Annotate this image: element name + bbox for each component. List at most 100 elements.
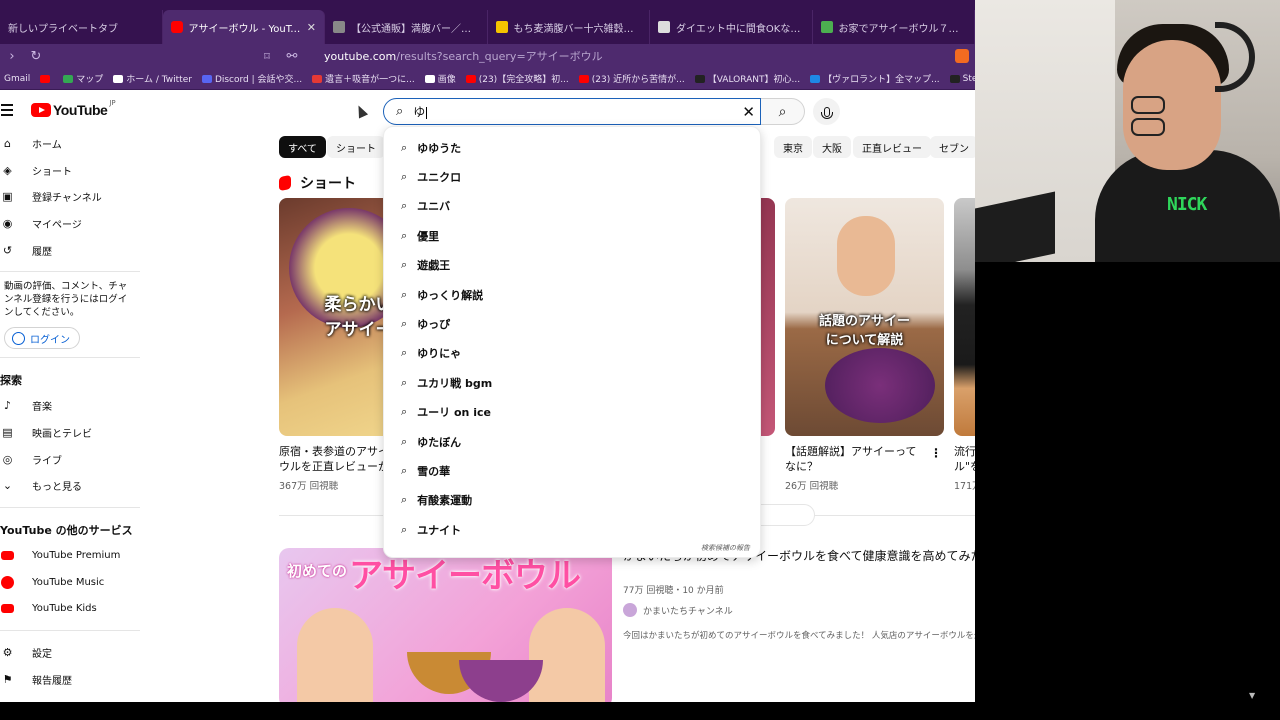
browser-tab[interactable]: アサイーボウル - YouTube ✕ <box>162 10 325 44</box>
bookmark-favicon-icon <box>465 74 476 83</box>
browser-tab[interactable]: お家でアサイーボウル７パック | フルッタ <box>813 10 975 44</box>
suggestion-item[interactable]: ⌕ 優里 <box>384 221 760 250</box>
shorts-shelf-title: ショート <box>279 173 356 193</box>
bookmark-item[interactable]: 遺言＋吸音が一つに... <box>312 72 415 85</box>
clear-search-icon[interactable]: ✕ <box>742 103 755 121</box>
sidebar-item[interactable]: ⚑ 報告履歴 <box>0 666 140 693</box>
glasses-icon <box>1131 96 1215 136</box>
sidebar-item[interactable]: ⌂ ホーム <box>0 130 140 157</box>
bookmark-item[interactable]: 画像 <box>424 72 456 85</box>
filter-chip[interactable]: すべて <box>279 136 326 158</box>
bookmark-item[interactable]: Discord | 会話や交... <box>201 72 302 85</box>
sidebar-item[interactable]: YouTube Premium <box>0 542 140 569</box>
short-thumbnail[interactable]: 話題のアサイー について解説 <box>785 198 944 436</box>
bookmark-label: (23) 近所から苦情が... <box>591 75 685 85</box>
bookmark-item[interactable]: 【VALORANT】初心... <box>694 72 801 85</box>
filter-chip[interactable]: 大阪 <box>813 136 851 158</box>
address-bar[interactable]: youtube.com/results?search_query=アサイーボウル <box>324 48 603 64</box>
browser-tab[interactable]: もち麦満腹バー十六雑穀プラス | マツキヨ <box>488 10 650 44</box>
suggestion-item[interactable]: ⌕ ユニクロ <box>384 162 760 191</box>
divider <box>0 630 140 632</box>
tab-label: ダイエット中に間食OKな「コンビニおやつ」 <box>676 23 804 35</box>
menu-icon[interactable] <box>1 104 13 119</box>
search-input[interactable]: ⌕ ゆ ✕ <box>383 98 761 125</box>
suggestion-item[interactable]: ⌕ 遊戯王 <box>384 251 760 280</box>
bookmark-item[interactable]: 【ヴァロラント】全マップ... <box>810 72 940 85</box>
masthead: YouTube JP ⌕ ゆ ✕ ⌕ <box>0 90 975 130</box>
sidebar-item[interactable]: YouTube Kids <box>0 596 140 623</box>
youtube-kids-icon <box>1 602 14 615</box>
sidebar-item[interactable]: ⚙ 設定 <box>0 639 140 666</box>
brave-shield-icon[interactable] <box>955 49 969 63</box>
video-meta: 77万 回視聴・10 か月前 <box>623 586 724 596</box>
more-actions-icon[interactable]: ⋮ <box>930 446 942 460</box>
bookmark-label: 【ヴァロラント】全マップ... <box>823 75 940 85</box>
report-suggestions-link[interactable]: 検索候補の報告 <box>701 543 750 553</box>
suggestion-item[interactable]: ⌕ ユカリ戦 bgm <box>384 368 760 397</box>
filter-chip[interactable]: セブン <box>930 136 975 158</box>
search-button[interactable]: ⌕ <box>761 98 805 125</box>
suggestion-item[interactable]: ⌕ ユーリ on ice <box>384 398 760 427</box>
sidebar-item[interactable]: YouTube Music <box>0 569 140 596</box>
bookmark-item[interactable]: (23) 近所から苦情が... <box>578 72 685 85</box>
scroll-down-arrow-icon[interactable]: ▼ <box>1249 691 1255 700</box>
browser-toolbar: › ↻ ⌑ ⚯ youtube.com/results?search_query… <box>0 44 975 68</box>
bookmark-favicon-icon <box>810 74 821 83</box>
suggestion-item[interactable]: ⌕ ユニバ <box>384 192 760 221</box>
sidebar-item[interactable]: ▤ 映画とテレビ <box>0 419 140 446</box>
sidebar-item[interactable]: ⌄ もっと見る <box>0 473 140 500</box>
short-card[interactable]: 流行りの"アサイーボウル"を男子が食べたらこうな...171万 回視聴⋮ <box>954 198 975 492</box>
suggestion-item[interactable]: ⌕ ゆたぼん <box>384 427 760 456</box>
short-title[interactable]: 流行りの"アサイーボウル"を男子が食べたらこうな... <box>954 444 975 474</box>
bookmark-label: 【VALORANT】初心... <box>707 75 801 85</box>
channel-link[interactable]: かまいたちチャンネル <box>623 603 733 617</box>
bookmark-favicon-icon <box>424 74 435 83</box>
short-card[interactable]: 話題のアサイー について解説 【話題解説】アサイーってなに？ 26万 回視聴 ⋮ <box>785 198 944 492</box>
bookmark-item[interactable]: SteamDB <box>949 74 975 84</box>
suggestion-item[interactable]: ⌕ ゆゆうた <box>384 133 760 162</box>
sidebar-item[interactable]: ▣ 登録チャンネル <box>0 183 140 210</box>
sidebar-item-label: マイページ <box>32 219 82 231</box>
filter-chip[interactable]: 正直レビュー <box>853 136 931 158</box>
filter-chip[interactable]: ショート <box>327 136 385 158</box>
search-icon: ⌕ <box>401 287 408 301</box>
suggestion-item[interactable]: ⌕ 雪の華 <box>384 456 760 485</box>
bookmark-item[interactable]: (23)【完全攻略】初... <box>465 72 569 85</box>
suggestion-item[interactable]: ⌕ ゆっぴ <box>384 309 760 338</box>
suggestion-item[interactable]: ⌕ 有酸素運動 <box>384 486 760 515</box>
reload-icon[interactable]: ↻ <box>24 49 48 64</box>
suggestion-item[interactable]: ⌕ ゆりにゃ <box>384 339 760 368</box>
bookmark-item[interactable]: マップ <box>63 72 103 85</box>
sidebar-item[interactable]: ◎ ライブ <box>0 446 140 473</box>
voice-search-button[interactable] <box>813 98 840 125</box>
bookmark-item[interactable]: Gmail <box>4 74 30 84</box>
bookmark-item[interactable] <box>40 74 53 83</box>
tab-close-icon[interactable]: ✕ <box>307 21 316 34</box>
browser-tab[interactable]: 新しいプライベートタブ <box>0 10 163 44</box>
sidebar-item[interactable]: ◈ ショート <box>0 157 140 184</box>
video-thumbnail[interactable]: 初めての アサイーボウル <box>279 548 612 702</box>
suggestion-item[interactable]: ⌕ ユナイト <box>384 515 760 544</box>
tab-favicon-icon <box>658 21 670 33</box>
bookmark-item[interactable]: ホーム / Twitter <box>113 72 192 85</box>
site-settings-icon[interactable]: ⚯ <box>280 49 304 64</box>
mouse-cursor-icon <box>353 103 369 119</box>
browser-tab[interactable]: ダイエット中に間食OKな「コンビニおやつ」 <box>650 10 813 44</box>
person-image <box>297 608 373 702</box>
bookmark-icon[interactable]: ⌑ <box>258 50 276 63</box>
suggestion-item[interactable]: ⌕ ゆっくり解説 <box>384 280 760 309</box>
suggestion-label: 遊戯王 <box>417 259 451 273</box>
filter-chip[interactable]: 東京 <box>774 136 812 158</box>
sidebar-item[interactable]: ◉ マイページ <box>0 210 140 237</box>
forward-icon[interactable]: › <box>0 49 24 64</box>
you-icon: ◉ <box>2 216 13 230</box>
short-title[interactable]: 【話題解説】アサイーってなに？ <box>785 444 925 474</box>
login-button[interactable]: ログイン <box>4 327 80 350</box>
browser-tab[interactable]: 【公式通販】満腹バー／WEB限定 お得 <box>325 10 488 44</box>
youtube-logo[interactable]: YouTube JP <box>31 99 116 118</box>
short-thumbnail[interactable] <box>954 198 975 436</box>
suggestion-label: ゆっぴ <box>417 318 451 332</box>
sidebar-item[interactable]: ↺ 履歴 <box>0 237 140 264</box>
tab-label: 新しいプライベートタブ <box>8 23 118 35</box>
sidebar-item[interactable]: ♪ 音楽 <box>0 392 140 419</box>
